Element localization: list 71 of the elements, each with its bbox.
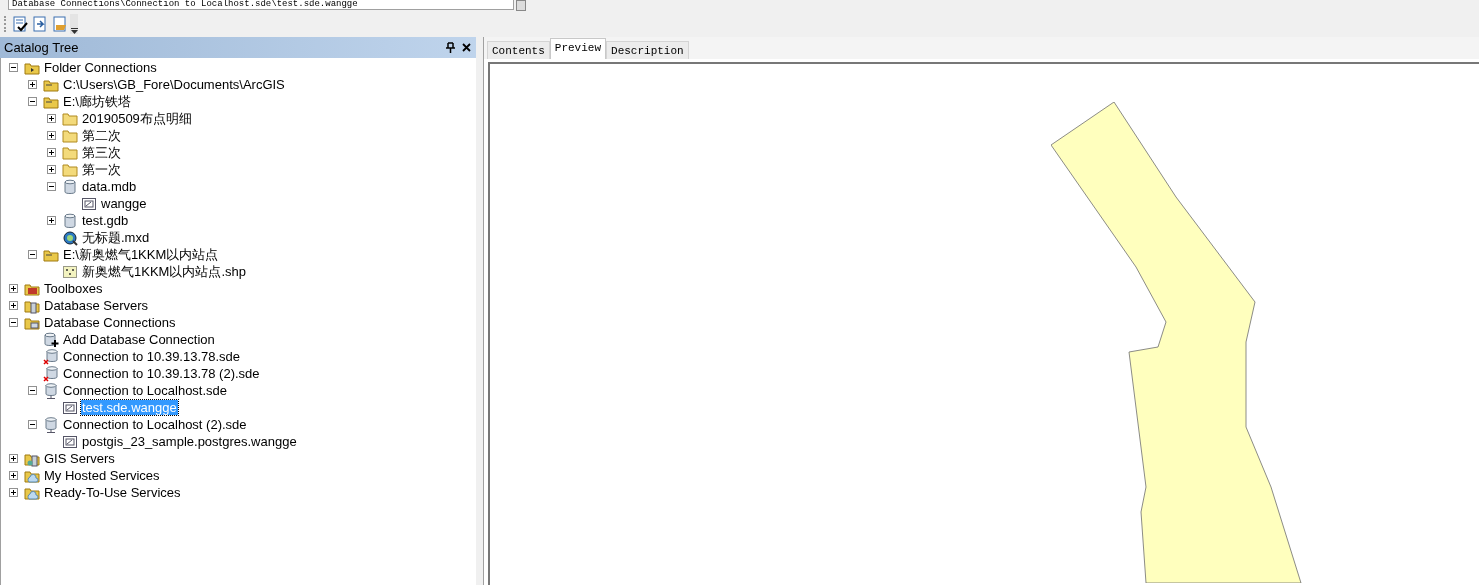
tree-item[interactable]: 第一次 (81, 162, 122, 177)
database-icon (43, 416, 59, 433)
location-field[interactable]: Database Connections\Connection to Localhost.sde\test.sde.wangge (8, 0, 514, 10)
expand-icon[interactable] (47, 114, 56, 123)
tree-item[interactable]: wangge (100, 196, 148, 211)
tree-item[interactable]: Connection to 10.39.13.78 (2).sde (62, 366, 261, 381)
database-error-icon (43, 348, 59, 365)
collapse-icon[interactable] (47, 182, 56, 191)
tree-item[interactable]: GIS Servers (43, 451, 116, 466)
dropdown-button[interactable] (516, 0, 526, 11)
validate-icon[interactable] (12, 16, 28, 32)
collapse-icon[interactable] (28, 250, 37, 259)
tree-item[interactable]: E:\廊坊铁塔 (62, 94, 132, 109)
folder-icon (62, 144, 78, 161)
expand-icon[interactable] (9, 454, 18, 463)
tree-item[interactable]: Connection to 10.39.13.78.sde (62, 349, 242, 364)
close-icon[interactable] (462, 43, 471, 52)
tree-item[interactable]: My Hosted Services (43, 468, 161, 483)
map-document-icon (62, 229, 78, 246)
tree-item[interactable]: Add Database Connection (62, 332, 216, 347)
tab[interactable]: Preview (549, 38, 607, 59)
tree-item[interactable]: postgis_23_sample.postgres.wangge (81, 434, 298, 449)
collapse-icon[interactable] (28, 97, 37, 106)
expand-icon[interactable] (47, 216, 56, 225)
toolbar-overflow-button[interactable] (70, 14, 78, 34)
database-icon (62, 178, 78, 195)
collapse-icon[interactable] (28, 420, 37, 429)
tab[interactable]: Contents (487, 41, 550, 59)
tree-item[interactable]: test.gdb (81, 213, 130, 228)
collapse-icon[interactable] (9, 318, 18, 327)
tree-item[interactable]: Database Servers (43, 298, 150, 313)
tree-item[interactable]: C:\Users\GB_Fore\Documents\ArcGIS (62, 77, 286, 92)
feature-class-icon (62, 433, 78, 450)
expand-icon[interactable] (47, 131, 56, 140)
collapse-icon[interactable] (28, 386, 37, 395)
tree-item[interactable]: 第二次 (81, 128, 122, 143)
tree-item[interactable]: 新奥燃气1KKM以内站点.shp (81, 264, 247, 279)
tree-item[interactable]: data.mdb (81, 179, 138, 194)
folder-icon (62, 161, 78, 178)
export-icon[interactable] (32, 16, 48, 32)
expand-icon[interactable] (9, 301, 18, 310)
tree-item[interactable]: 20190509布点明细 (81, 111, 193, 126)
folder-icon (62, 110, 78, 127)
expand-icon[interactable] (47, 148, 56, 157)
tree-item[interactable]: Connection to Localhost (2).sde (62, 417, 248, 432)
tab[interactable]: Description (606, 41, 689, 59)
tree-item[interactable]: Connection to Localhost.sde (62, 383, 229, 398)
tree-item[interactable]: Database Connections (43, 315, 177, 330)
feature-class-icon (81, 195, 97, 212)
shapefile-icon (62, 263, 78, 280)
tree-item[interactable]: E:\新奥燃气1KKM以内站点 (62, 247, 220, 262)
pin-icon[interactable] (446, 42, 455, 53)
panel-title: Catalog Tree (4, 38, 80, 57)
tree-item[interactable]: 无标题.mxd (81, 230, 151, 245)
folder-icon (62, 127, 78, 144)
expand-icon[interactable] (9, 471, 18, 480)
feature-class-icon (62, 399, 78, 416)
collapse-icon[interactable] (9, 63, 18, 72)
database-icon (43, 382, 59, 399)
expand-icon[interactable] (9, 284, 18, 293)
expand-icon[interactable] (28, 80, 37, 89)
database-error-icon (43, 365, 59, 382)
tree-item[interactable]: Folder Connections (43, 60, 158, 75)
tree-item[interactable]: Toolboxes (43, 281, 104, 296)
add-database-icon (43, 331, 59, 348)
expand-icon[interactable] (47, 165, 56, 174)
caret-icon (70, 28, 78, 34)
expand-icon[interactable] (9, 488, 18, 497)
tree-item[interactable]: Ready-To-Use Services (43, 485, 182, 500)
database-icon (62, 212, 78, 229)
tree-item[interactable]: 第三次 (81, 145, 122, 160)
